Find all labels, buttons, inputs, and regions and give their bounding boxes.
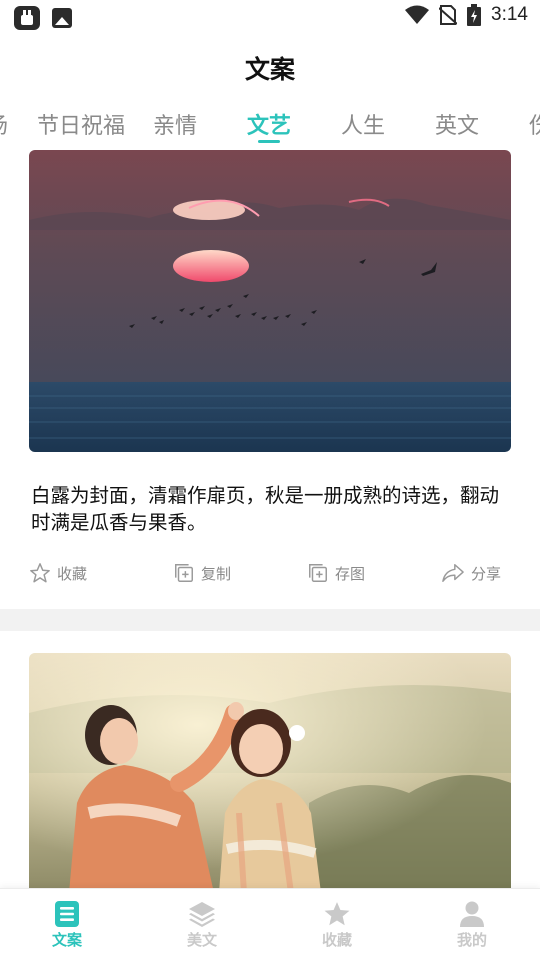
nav-favorites[interactable]: 收藏 [297, 901, 377, 950]
share-label: 分享 [471, 564, 502, 583]
tab-literary[interactable]: 文艺 [247, 108, 291, 140]
bottom-navigation: 文案 美文 收藏 我的 [0, 888, 540, 960]
card-actions: 收藏 复制 存图 分享 [29, 562, 511, 588]
card-separator [0, 609, 540, 631]
active-tab-indicator [258, 140, 280, 143]
share-icon [442, 564, 464, 582]
image-notification-icon [52, 8, 72, 28]
app-notification-icon [14, 6, 40, 30]
tab-english[interactable]: 英文 [435, 108, 479, 140]
nav-essays[interactable]: 美文 [162, 901, 242, 950]
layers-icon [189, 902, 215, 927]
favorite-button[interactable]: 收藏 [29, 562, 87, 584]
copy-label: 复制 [201, 564, 232, 583]
nav-profile[interactable]: 我的 [432, 901, 512, 950]
nav-label-favorites: 收藏 [321, 931, 352, 949]
card-image-kimono[interactable] [29, 653, 511, 893]
clock: 3:14 [491, 4, 528, 25]
tab-partial-left[interactable]: 场 [0, 108, 8, 140]
star-icon [324, 902, 350, 926]
save-image-icon [309, 564, 327, 582]
star-outline-icon [30, 563, 50, 583]
person-icon [460, 901, 484, 927]
page-title: 文案 [244, 55, 295, 84]
status-bar: 3:14 [0, 0, 540, 36]
wifi-icon [405, 5, 430, 24]
save-image-label: 存图 [335, 564, 366, 583]
nav-label-profile: 我的 [456, 931, 487, 949]
share-button[interactable]: 分享 [441, 562, 501, 584]
copy-button[interactable]: 复制 [173, 562, 231, 584]
tab-partial-right[interactable]: 伤 [529, 108, 540, 140]
nav-label-copywriting: 文案 [51, 931, 82, 949]
nav-copywriting[interactable]: 文案 [27, 901, 107, 950]
battery-charging-icon [467, 4, 482, 26]
tab-family[interactable]: 亲情 [153, 108, 197, 140]
copy-icon [175, 564, 193, 582]
card-image-sunset[interactable] [29, 150, 511, 452]
no-sim-icon [439, 5, 458, 25]
card-quote-text: 白露为封面，清霜作扉页，秋是一册成熟的诗选，翻动时满是瓜香与果香。 [31, 484, 500, 534]
category-tabs: 场 节日祝福 亲情 文艺 人生 英文 伤 [0, 104, 540, 144]
tab-life[interactable]: 人生 [341, 108, 385, 140]
nav-label-essays: 美文 [186, 931, 217, 949]
tab-holiday-wishes[interactable]: 节日祝福 [37, 108, 125, 140]
save-image-button[interactable]: 存图 [307, 562, 365, 584]
favorite-label: 收藏 [57, 564, 88, 583]
document-icon [55, 901, 79, 927]
